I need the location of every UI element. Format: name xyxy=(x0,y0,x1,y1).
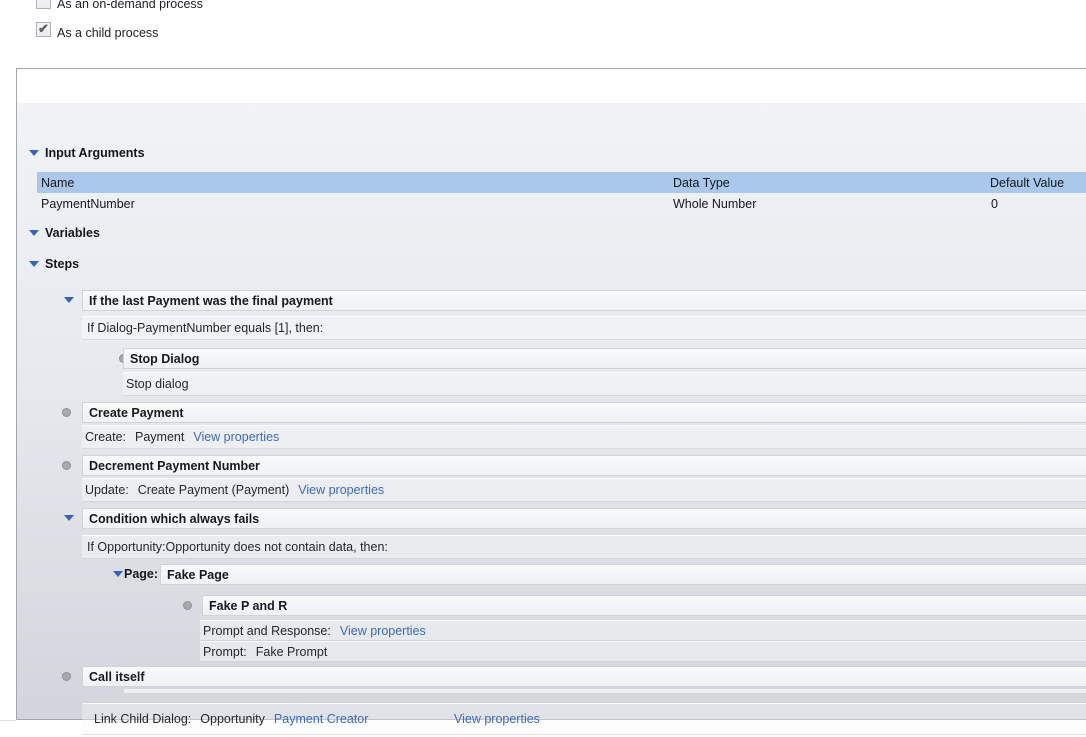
column-header-name: Name xyxy=(41,172,74,193)
step-call-itself-description: Link Child Dialog: Opportunity Payment C… xyxy=(82,703,1086,735)
step-stop-dialog-description: Stop dialog xyxy=(123,372,1086,396)
collapse-triangle-icon[interactable] xyxy=(113,571,123,577)
step-fake-pr-prompt-response: Prompt and Response: View properties xyxy=(200,620,1086,641)
argument-name: PaymentNumber xyxy=(41,193,135,215)
step-decrement-payment-number[interactable]: Decrement Payment Number xyxy=(82,455,1086,476)
step-call-itself[interactable]: Call itself xyxy=(82,666,1086,687)
section-input-arguments: Input Arguments xyxy=(29,146,145,160)
collapse-triangle-icon[interactable] xyxy=(64,297,74,303)
step-create-payment-description: Create: Payment View properties xyxy=(82,425,1086,449)
view-properties-link[interactable]: View properties xyxy=(298,483,384,497)
section-variables: Variables xyxy=(29,226,100,240)
page-label: Page: xyxy=(124,567,158,581)
view-properties-link[interactable]: View properties xyxy=(193,430,279,444)
child-process-checkbox[interactable]: ✔ xyxy=(36,22,51,37)
on-demand-process-label: As an on-demand process xyxy=(57,0,203,11)
step-if-last-payment-condition: If Dialog-PaymentNumber equals [1], then… xyxy=(82,316,1086,340)
step-condition-fails-text: If Opportunity:Opportunity does not cont… xyxy=(82,535,1086,559)
step-bullet-icon xyxy=(62,672,71,681)
collapse-triangle-icon[interactable] xyxy=(29,150,39,156)
view-properties-link[interactable]: View properties xyxy=(340,624,426,638)
process-designer-canvas: Input Arguments Name Data Type Default V… xyxy=(17,103,1086,719)
step-bullet-icon xyxy=(62,461,71,470)
step-condition-always-fails[interactable]: Condition which always fails xyxy=(82,508,1086,529)
collapse-triangle-icon[interactable] xyxy=(29,261,39,267)
empty-child-step-placeholder xyxy=(123,688,1086,694)
step-create-payment[interactable]: Create Payment xyxy=(82,402,1086,423)
page-divider xyxy=(0,720,16,721)
argument-data-type: Whole Number xyxy=(673,193,756,215)
view-properties-link[interactable]: View properties xyxy=(454,712,540,726)
input-argument-row[interactable]: PaymentNumber Whole Number 0 xyxy=(37,193,1086,215)
dialog-process-editor: As an on-demand process ✔ As a child pro… xyxy=(0,0,1086,737)
section-steps: Steps xyxy=(29,257,79,271)
column-header-default-value: Default Value xyxy=(990,172,1064,193)
step-bullet-icon xyxy=(183,601,192,610)
collapse-triangle-icon[interactable] xyxy=(64,515,74,521)
input-arguments-table-header: Name Data Type Default Value xyxy=(37,172,1086,193)
step-fake-pr-prompt: Prompt: Fake Prompt xyxy=(200,641,1086,662)
step-if-last-payment[interactable]: If the last Payment was the final paymen… xyxy=(82,290,1086,311)
process-designer-panel: Input Arguments Name Data Type Default V… xyxy=(16,68,1086,720)
payment-creator-link[interactable]: Payment Creator xyxy=(274,712,368,726)
collapse-triangle-icon[interactable] xyxy=(29,230,39,236)
step-fake-p-and-r[interactable]: Fake P and R xyxy=(202,595,1086,616)
argument-default-value: 0 xyxy=(991,193,998,215)
column-header-data-type: Data Type xyxy=(673,172,730,193)
step-fake-page[interactable]: Fake Page xyxy=(160,564,1086,585)
panel-toolbar-area xyxy=(17,69,1086,103)
step-bullet-icon xyxy=(62,408,71,417)
step-decrement-description: Update: Create Payment (Payment) View pr… xyxy=(82,478,1086,502)
on-demand-process-checkbox[interactable] xyxy=(36,0,51,9)
child-process-label: As a child process xyxy=(57,26,158,40)
step-stop-dialog[interactable]: Stop Dialog xyxy=(123,348,1086,369)
checkmark-icon: ✔ xyxy=(38,22,49,35)
